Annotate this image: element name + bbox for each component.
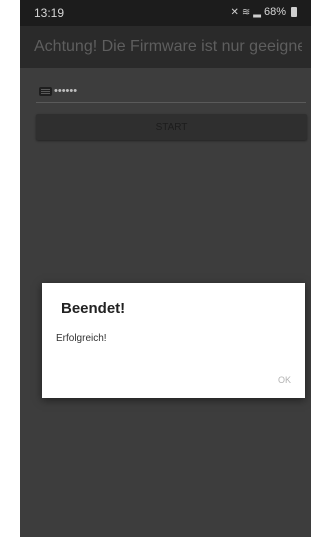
mute-icon: ✕ [230, 6, 239, 18]
password-field[interactable]: •••••• [36, 82, 306, 103]
password-value: •••••• [54, 85, 78, 97]
wifi-icon: ≋ [241, 6, 251, 18]
app-title: Achtung! Die Firmware ist nur geeignet..… [34, 38, 302, 55]
phone-screen: 13:19 ✕ ≋ ▂ 68% Achtung! Die Firmware is… [20, 0, 311, 537]
status-bar: 13:19 ✕ ≋ ▂ 68% [20, 0, 311, 26]
app-bar: Achtung! Die Firmware ist nur geeignet..… [20, 26, 311, 68]
start-button[interactable]: START [36, 114, 307, 140]
signal-icon: ▂ [253, 6, 261, 18]
battery-percentage: 68% [263, 6, 286, 18]
ok-button[interactable]: OK [278, 375, 291, 385]
keyboard-icon [39, 87, 52, 96]
dialog-message: Erfolgreich! [56, 333, 107, 344]
status-time: 13:19 [34, 6, 65, 20]
battery-icon [291, 7, 297, 17]
completion-dialog: Beendet! Erfolgreich! OK [42, 283, 305, 398]
status-icons: ✕ ≋ ▂ 68% [230, 6, 297, 18]
dialog-title: Beendet! [61, 300, 126, 317]
